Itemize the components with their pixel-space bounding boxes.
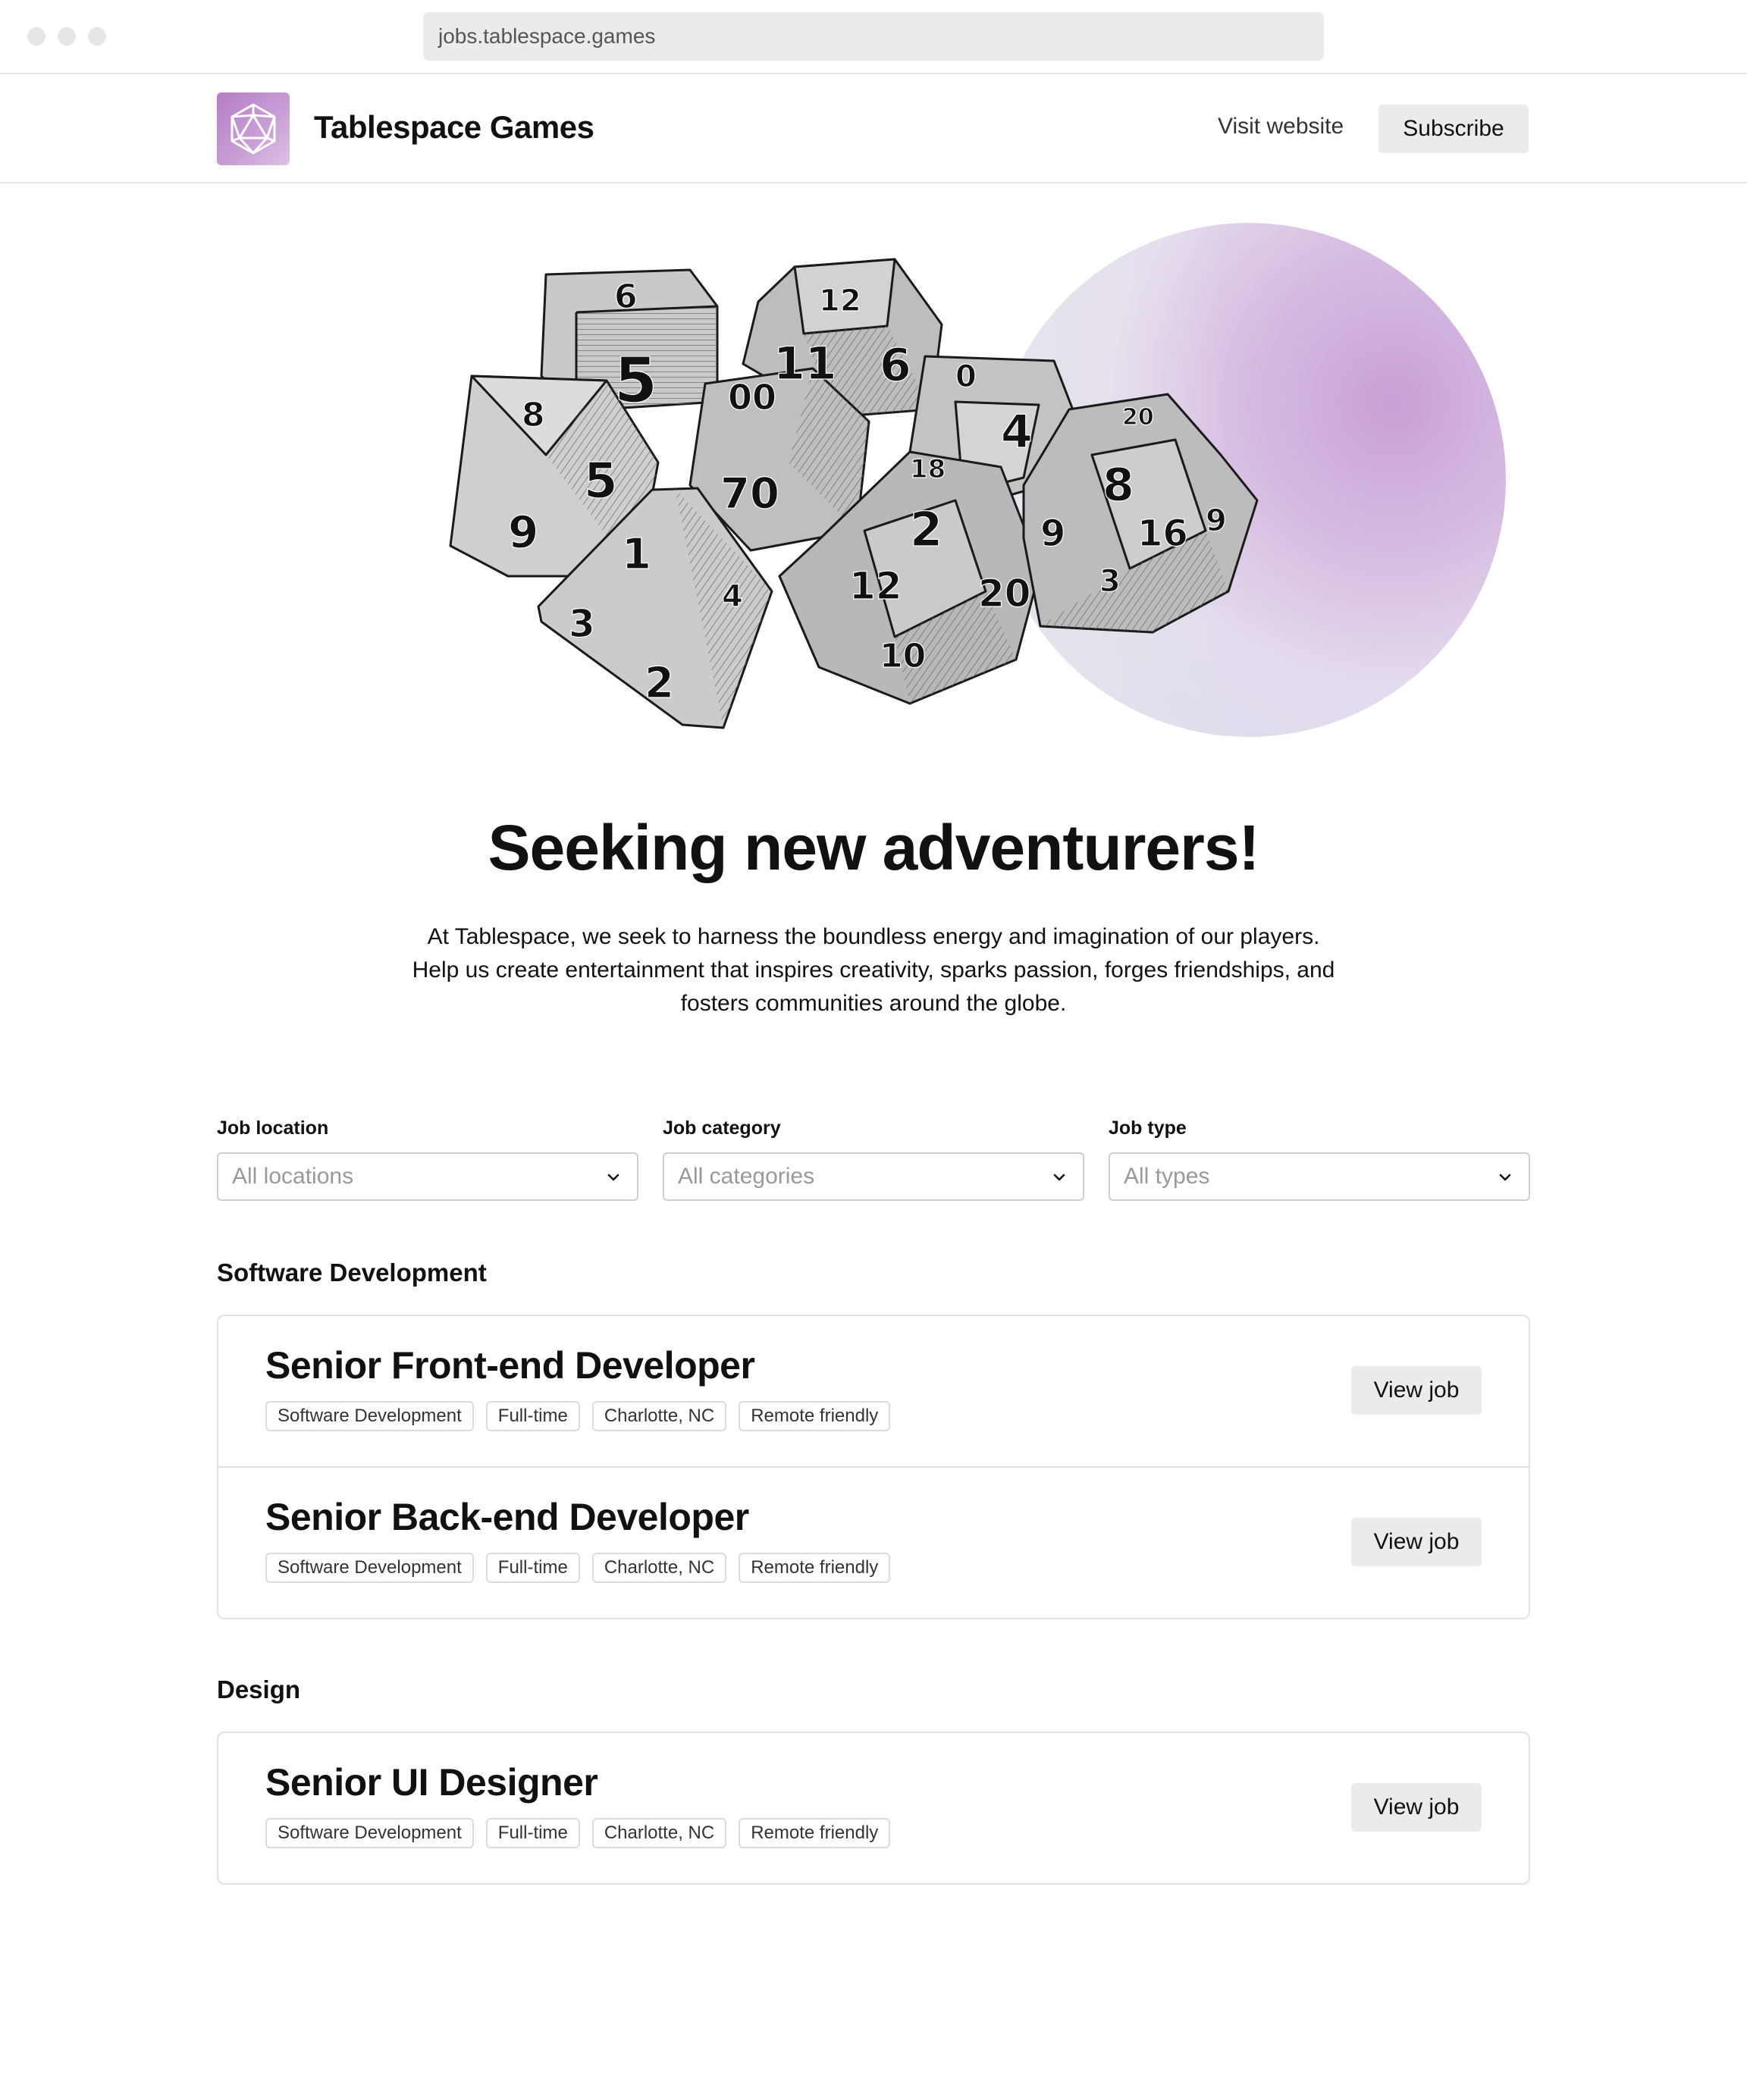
chevron-down-icon bbox=[1499, 1174, 1511, 1181]
job-location-select[interactable]: All locations bbox=[217, 1152, 638, 1201]
dice-pile-image: 6 5 12 11 6 0 4 8 5 9 00 70 1 3 2 4 18 2… bbox=[449, 258, 1259, 729]
tag-location: Charlotte, NC bbox=[591, 1401, 727, 1431]
browser-chrome: jobs.tablespace.games bbox=[0, 0, 1747, 74]
d20-icon bbox=[231, 103, 276, 155]
svg-text:0: 0 bbox=[955, 359, 977, 394]
svg-text:18: 18 bbox=[910, 454, 946, 484]
tag-remote: Remote friendly bbox=[739, 1553, 891, 1583]
view-job-button[interactable]: View job bbox=[1351, 1518, 1482, 1566]
job-title[interactable]: Senior Front-end Developer bbox=[265, 1343, 755, 1387]
svg-text:10: 10 bbox=[880, 637, 926, 675]
job-list-design: Senior UI Designer Software Development … bbox=[217, 1732, 1530, 1885]
svg-text:5: 5 bbox=[584, 453, 618, 509]
job-category-value: All categories bbox=[678, 1164, 815, 1189]
job-location-label: Job location bbox=[217, 1117, 329, 1139]
svg-text:00: 00 bbox=[728, 377, 776, 418]
job-type-label: Job type bbox=[1109, 1117, 1187, 1139]
tag-category: Software Development bbox=[265, 1401, 474, 1431]
job-title[interactable]: Senior UI Designer bbox=[265, 1760, 598, 1804]
tag-location: Charlotte, NC bbox=[591, 1553, 727, 1583]
view-job-button[interactable]: View job bbox=[1351, 1783, 1482, 1832]
section-title-design: Design bbox=[217, 1675, 301, 1704]
svg-text:4: 4 bbox=[722, 579, 743, 614]
window-minimize-dot[interactable] bbox=[58, 27, 76, 45]
job-row[interactable]: Senior Back-end Developer Software Devel… bbox=[218, 1466, 1529, 1618]
svg-text:1: 1 bbox=[622, 530, 651, 579]
tag-remote: Remote friendly bbox=[739, 1818, 891, 1848]
job-type-select[interactable]: All types bbox=[1109, 1152, 1530, 1201]
subscribe-button[interactable]: Subscribe bbox=[1378, 105, 1529, 153]
svg-text:4: 4 bbox=[1001, 406, 1033, 459]
tag-category: Software Development bbox=[265, 1818, 474, 1848]
svg-text:70: 70 bbox=[720, 469, 779, 519]
svg-text:12: 12 bbox=[819, 284, 861, 318]
job-tags: Software Development Full-time Charlotte… bbox=[265, 1401, 891, 1431]
svg-text:6: 6 bbox=[614, 277, 638, 316]
job-category-label: Job category bbox=[663, 1117, 781, 1139]
window-maximize-dot[interactable] bbox=[88, 27, 106, 45]
svg-text:2: 2 bbox=[645, 659, 674, 708]
job-type-value: All types bbox=[1124, 1164, 1210, 1189]
brand-logo[interactable] bbox=[217, 92, 290, 165]
site-header: Tablespace Games Visit website Subscribe bbox=[0, 73, 1747, 183]
address-bar[interactable]: jobs.tablespace.games bbox=[423, 12, 1324, 61]
job-tags: Software Development Full-time Charlotte… bbox=[265, 1553, 891, 1583]
svg-text:3: 3 bbox=[569, 602, 595, 646]
tag-type: Full-time bbox=[485, 1401, 580, 1431]
svg-text:5: 5 bbox=[614, 345, 657, 417]
tag-type: Full-time bbox=[485, 1818, 580, 1848]
visit-website-link[interactable]: Visit website bbox=[1218, 114, 1344, 139]
svg-text:20: 20 bbox=[1122, 404, 1154, 431]
tag-category: Software Development bbox=[265, 1553, 474, 1583]
job-row[interactable]: Senior Front-end Developer Software Deve… bbox=[218, 1316, 1529, 1466]
svg-text:12: 12 bbox=[849, 564, 902, 608]
section-title-software-development: Software Development bbox=[217, 1258, 487, 1287]
svg-text:8: 8 bbox=[522, 396, 545, 434]
job-list-software-development: Senior Front-end Developer Software Deve… bbox=[217, 1315, 1530, 1619]
tag-remote: Remote friendly bbox=[739, 1401, 891, 1431]
job-tags: Software Development Full-time Charlotte… bbox=[265, 1818, 891, 1848]
chevron-down-icon bbox=[1053, 1174, 1065, 1181]
hero-headline: Seeking new adventurers! bbox=[488, 812, 1259, 883]
svg-text:9: 9 bbox=[1206, 503, 1227, 538]
hero-intro-text: At Tablespace, we seek to harness the bo… bbox=[412, 924, 1335, 1016]
brand-name[interactable]: Tablespace Games bbox=[314, 109, 594, 146]
tag-type: Full-time bbox=[485, 1553, 580, 1583]
job-row[interactable]: Senior UI Designer Software Development … bbox=[218, 1733, 1529, 1883]
svg-text:20: 20 bbox=[978, 572, 1031, 616]
job-location-value: All locations bbox=[232, 1164, 354, 1189]
job-category-select[interactable]: All categories bbox=[663, 1152, 1084, 1201]
job-title[interactable]: Senior Back-end Developer bbox=[265, 1495, 749, 1539]
chevron-down-icon bbox=[607, 1174, 619, 1181]
hero-illustration: 6 5 12 11 6 0 4 8 5 9 00 70 1 3 2 4 18 2… bbox=[425, 212, 1506, 758]
svg-text:16: 16 bbox=[1137, 512, 1188, 555]
svg-text:11: 11 bbox=[773, 337, 837, 390]
svg-text:2: 2 bbox=[910, 502, 943, 557]
view-job-button[interactable]: View job bbox=[1351, 1366, 1482, 1415]
svg-text:3: 3 bbox=[1099, 564, 1121, 599]
svg-text:6: 6 bbox=[880, 339, 911, 392]
svg-text:9: 9 bbox=[508, 506, 538, 558]
window-close-dot[interactable] bbox=[27, 27, 45, 45]
svg-text:9: 9 bbox=[1040, 512, 1065, 555]
tag-location: Charlotte, NC bbox=[591, 1818, 727, 1848]
svg-text:8: 8 bbox=[1102, 459, 1134, 512]
